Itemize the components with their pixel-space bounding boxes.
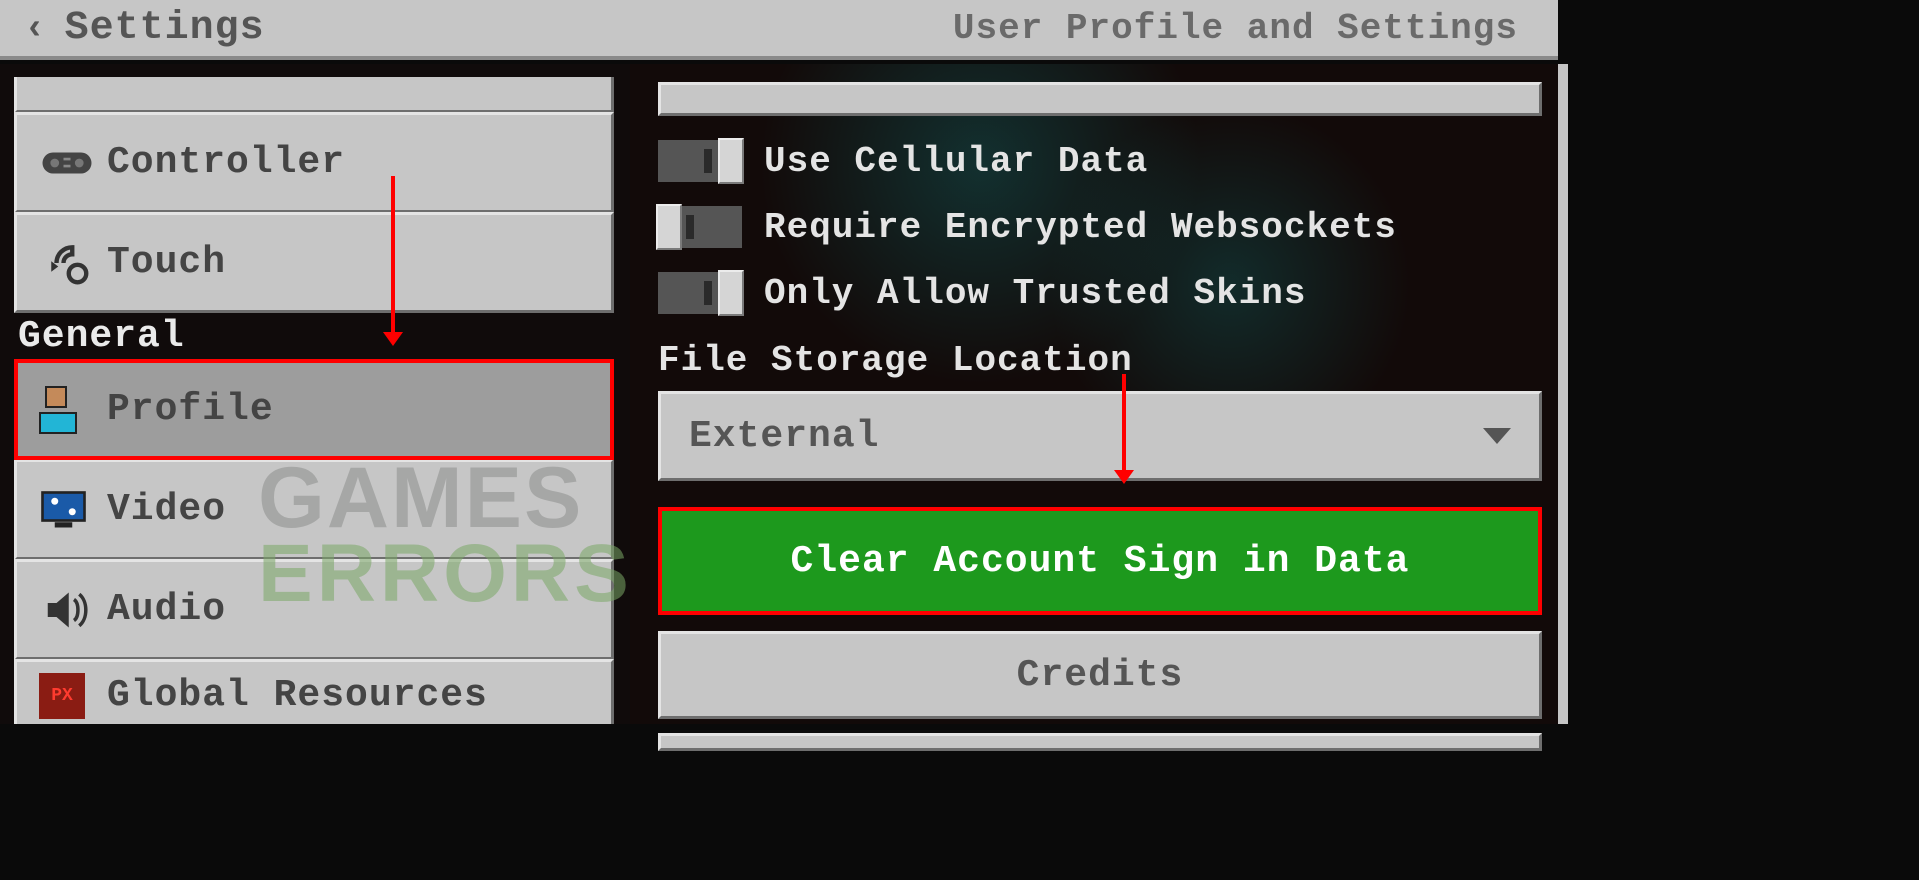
- page-subtitle: User Profile and Settings: [953, 8, 1518, 49]
- toggle-row-websockets: Require Encrypted Websockets: [658, 206, 1558, 248]
- touch-icon: [39, 235, 107, 291]
- chevron-down-icon: [1483, 428, 1511, 444]
- sidebar-item-touch[interactable]: Touch: [14, 212, 614, 313]
- toggle-label: Use Cellular Data: [764, 141, 1148, 182]
- toggle-row-cellular: Use Cellular Data: [658, 140, 1558, 182]
- video-icon: [39, 482, 107, 538]
- annotation-arrow: [391, 176, 395, 334]
- toggle-websockets[interactable]: [658, 206, 742, 248]
- sidebar-item-label: Video: [107, 488, 226, 531]
- annotation-arrow: [1122, 374, 1126, 472]
- section-heading-general: General: [14, 313, 614, 360]
- sidebar-item-label: Audio: [107, 588, 226, 631]
- page-title: Settings: [65, 6, 265, 51]
- storage-label: File Storage Location: [658, 340, 1558, 381]
- sidebar-item-controller[interactable]: Controller: [14, 112, 614, 213]
- sidebar-item-label: Touch: [107, 241, 226, 284]
- sidebar-item-audio[interactable]: Audio: [14, 559, 614, 660]
- clear-signin-button[interactable]: Clear Account Sign in Data: [658, 507, 1542, 615]
- settings-sidebar: Controller Touch General Profile Video A…: [0, 64, 630, 724]
- credits-button[interactable]: Credits: [658, 631, 1542, 719]
- settings-content: Use Cellular Data Require Encrypted Webs…: [642, 64, 1558, 724]
- toggle-row-trusted-skins: Only Allow Trusted Skins: [658, 272, 1558, 314]
- toggle-label: Require Encrypted Websockets: [764, 207, 1397, 248]
- settings-header: ‹ Settings User Profile and Settings: [0, 0, 1558, 60]
- content-bottom-bar[interactable]: [658, 733, 1542, 751]
- sidebar-item-label: Controller: [107, 141, 345, 184]
- sidebar-item-video[interactable]: Video: [14, 459, 614, 560]
- storage-dropdown[interactable]: External: [658, 391, 1542, 481]
- controller-icon: [39, 135, 107, 191]
- audio-icon: [39, 582, 107, 638]
- sidebar-item-label: Profile: [107, 388, 274, 431]
- back-icon[interactable]: ‹: [24, 8, 47, 49]
- toggle-trusted-skins[interactable]: [658, 272, 742, 314]
- dropdown-value: External: [689, 415, 879, 458]
- sidebar-item-profile[interactable]: Profile: [14, 359, 614, 460]
- content-top-bar: [658, 82, 1542, 116]
- global-resources-icon: PX: [39, 673, 107, 719]
- sidebar-item-global-resources[interactable]: PX Global Resources: [14, 659, 614, 724]
- toggle-label: Only Allow Trusted Skins: [764, 273, 1306, 314]
- sidebar-item-label: Global Resources: [107, 674, 488, 717]
- toggle-cellular[interactable]: [658, 140, 742, 182]
- scrollbar[interactable]: [1558, 64, 1568, 724]
- profile-icon: [39, 386, 107, 434]
- sidebar-item-partial[interactable]: [14, 77, 614, 113]
